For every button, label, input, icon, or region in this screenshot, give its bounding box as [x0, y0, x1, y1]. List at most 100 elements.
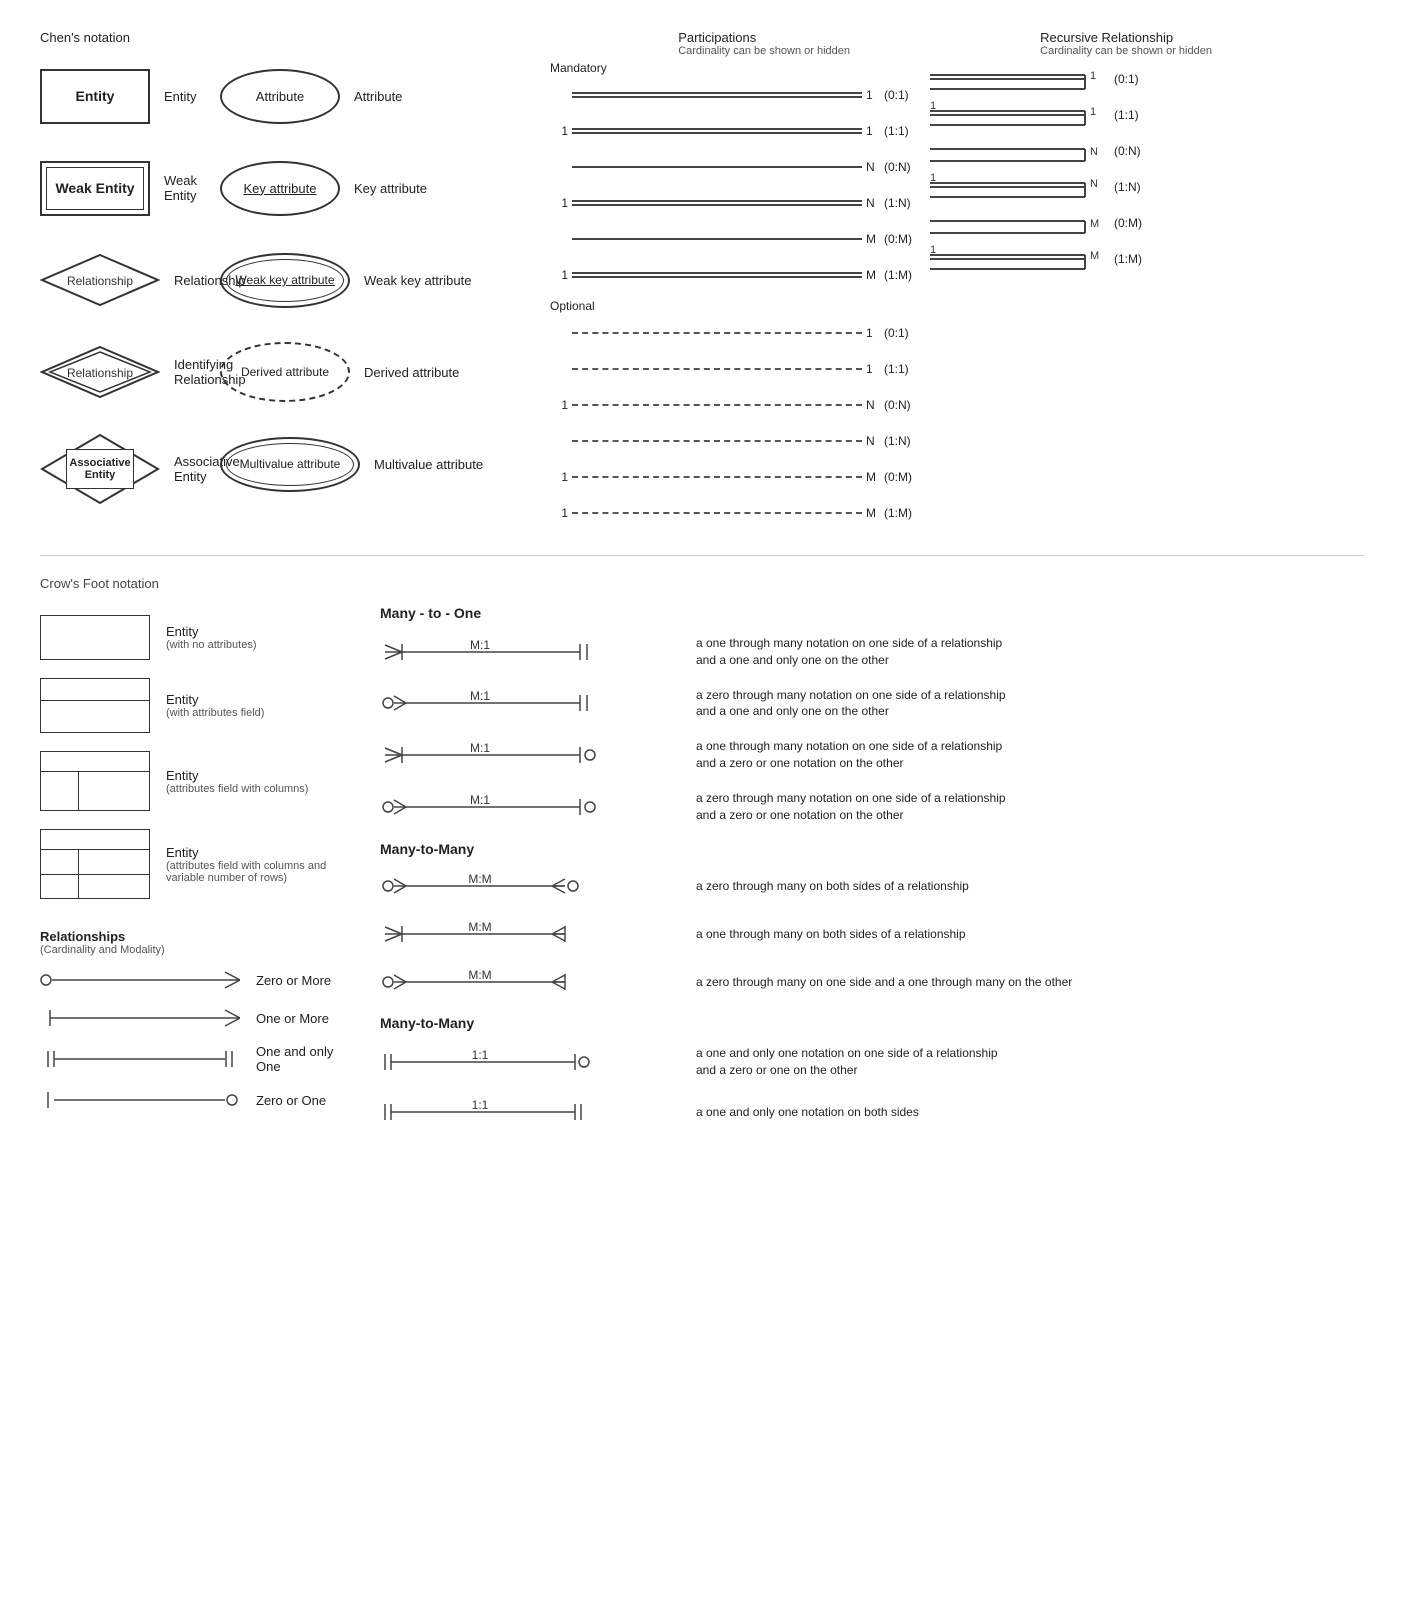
participation-row-0M-optional: 1 M (0:M)	[550, 463, 930, 491]
relationship-row: Relationship Relationship	[40, 245, 220, 315]
cf-zero-one-label: Zero or One	[256, 1093, 326, 1108]
mto-diagram-4: M:1	[380, 792, 680, 822]
many-to-one-section: Many - to - One	[380, 605, 1364, 823]
mtm-diagram-1: M:M	[380, 871, 680, 901]
recursive-title: Recursive Relationship	[1040, 30, 1364, 45]
oto-desc-1: a one and only one notation on one side …	[696, 1045, 998, 1079]
recursive-row-0M: M (0:M)	[930, 209, 1270, 237]
key-attribute-row: Key attribute Key attribute	[220, 153, 550, 223]
mto-desc-1: a one through many notation on one side …	[696, 635, 1002, 669]
svg-text:1: 1	[1090, 70, 1096, 82]
cf-zero-more-row: Zero or More	[40, 968, 360, 992]
oto-desc-2: a one and only one notation on both side…	[696, 1104, 919, 1121]
svg-text:1: 1	[930, 245, 936, 256]
svg-text:M:M: M:M	[468, 872, 491, 886]
svg-text:M:1: M:1	[470, 689, 490, 703]
svg-text:Relationship: Relationship	[67, 366, 133, 380]
participation-row-1N-optional: N (1:N)	[550, 427, 930, 455]
cf-zero-one-shape	[40, 1088, 240, 1112]
relationship-shape: Relationship	[40, 253, 160, 308]
cf-entity-simple	[40, 615, 150, 660]
participations-subtitle: Cardinality can be shown or hidden	[678, 45, 1040, 57]
entity-shape: Entity	[40, 69, 150, 124]
chen-attributes-column: Attribute Attribute Key attribute Key at…	[220, 61, 550, 535]
mto-row-2: M:1 a zero through many notation on one …	[380, 687, 1364, 721]
cf-entity-varrows-row: Entity (attributes field with columns an…	[40, 829, 360, 899]
oto-row-1: 1:1 a one and only one notation on one s…	[380, 1045, 1364, 1079]
oto-diagram-2: 1:1	[380, 1097, 680, 1127]
cf-entity-attrs	[40, 678, 150, 733]
svg-text:1: 1	[930, 101, 936, 112]
cf-relationships-title: Relationships	[40, 929, 360, 944]
participation-row-0N-mandatory: N (0:N)	[550, 153, 930, 181]
svg-text:M:1: M:1	[470, 741, 490, 755]
key-attribute-label: Key attribute	[354, 181, 427, 196]
participation-row-0M-mandatory: M (0:M)	[550, 225, 930, 253]
cf-entity-varrows-desc: Entity (attributes field with columns an…	[166, 845, 360, 884]
chen-shapes-column: Entity Entity Weak Entity Weak Entity Re…	[40, 61, 220, 535]
multivalue-attribute-row: Multivalue attribute Multivalue attribut…	[220, 429, 550, 499]
one-to-one-title: Many-to-Many	[380, 1015, 1364, 1031]
entity-row: Entity Entity	[40, 61, 220, 131]
mtm-row-2: M:M a one through many on both sides of …	[380, 919, 1364, 949]
svg-text:Relationship: Relationship	[67, 274, 133, 288]
participation-row-1N-mandatory: 1 N (1:N)	[550, 189, 930, 217]
cf-one-more-shape	[40, 1006, 240, 1030]
oto-diagram-1: 1:1	[380, 1047, 680, 1077]
mto-diagram-2: M:1	[380, 688, 680, 718]
recursive-row-1N: 1 N (1:N)	[930, 173, 1270, 201]
svg-text:M:1: M:1	[470, 793, 490, 807]
cf-zero-one-row: Zero or One	[40, 1088, 360, 1112]
attribute-row: Attribute Attribute	[220, 61, 550, 131]
mto-desc-3: a one through many notation on one side …	[696, 738, 1002, 772]
mtm-diagram-3: M:M	[380, 967, 680, 997]
cf-entity-attrs-desc: Entity (with attributes field)	[166, 692, 264, 719]
participations-title: Participations	[678, 30, 1040, 45]
cf-entity-simple-row: Entity (with no attributes)	[40, 615, 360, 660]
cf-zero-more-label: Zero or More	[256, 973, 331, 988]
optional-header: Optional	[550, 299, 930, 313]
recursive-header: Recursive Relationship Cardinality can b…	[1040, 30, 1364, 57]
mto-row-1: M:1 a one through many notation on one s…	[380, 635, 1364, 669]
crows-foot-section: Crow's Foot notation Entity (with no att…	[40, 576, 1364, 1145]
entity-label: Entity	[164, 89, 197, 104]
cf-entity-cols-row: Entity (attributes field with columns)	[40, 751, 360, 811]
svg-text:1:1: 1:1	[472, 1048, 489, 1062]
attribute-label: Attribute	[354, 89, 402, 104]
crows-entity-list: Entity (with no attributes) Entity (with…	[40, 615, 360, 899]
svg-text:M:M: M:M	[468, 968, 491, 982]
svg-text:M:M: M:M	[468, 920, 491, 934]
participation-row-11-mandatory: 1 1 (1:1)	[550, 117, 930, 145]
crows-left-column: Entity (with no attributes) Entity (with…	[40, 605, 360, 1145]
participation-row-0N-optional: 1 N (0:N)	[550, 391, 930, 419]
participation-row-11-optional: 1 (1:1)	[550, 355, 930, 383]
cf-relationships-subtitle: (Cardinality and Modality)	[40, 944, 360, 956]
svg-text:N: N	[1090, 178, 1098, 190]
weak-entity-shape: Weak Entity	[40, 161, 150, 216]
mtm-desc-2: a one through many on both sides of a re…	[696, 926, 966, 943]
participation-row-1M-mandatory: 1 M (1:M)	[550, 261, 930, 289]
svg-text:M:1: M:1	[470, 638, 490, 652]
cf-entity-simple-desc: Entity (with no attributes)	[166, 624, 256, 651]
recursive-column: 1 (0:1) 1 1 (1:1)	[930, 61, 1270, 535]
cf-relationships-legend: Relationships (Cardinality and Modality)	[40, 929, 360, 1112]
chens-title: Chen's notation	[40, 30, 130, 45]
derived-attribute-row: Derived attribute Derived attribute	[220, 337, 550, 407]
cf-one-only-row: One and only One	[40, 1044, 360, 1074]
crows-right-column: Many - to - One	[380, 605, 1364, 1145]
mto-row-4: M:1 a zero through many notation on one …	[380, 790, 1364, 824]
svg-text:M: M	[1090, 250, 1099, 262]
many-to-many-title: Many-to-Many	[380, 841, 1364, 857]
cf-one-more-row: One or More	[40, 1006, 360, 1030]
recursive-row-1M: 1 M (1:M)	[930, 245, 1270, 273]
mto-diagram-3: M:1	[380, 740, 680, 770]
mtm-diagram-2: M:M	[380, 919, 680, 949]
identifying-relationship-row: Relationship Identifying Relationship	[40, 337, 220, 407]
mandatory-header: Mandatory	[550, 61, 930, 75]
associative-entity-shape: AssociativeEntity	[40, 433, 160, 505]
attribute-shape: Attribute	[220, 69, 340, 124]
multivalue-attribute-label: Multivalue attribute	[374, 457, 483, 472]
crows-foot-title: Crow's Foot notation	[40, 576, 1364, 591]
derived-attribute-label: Derived attribute	[364, 365, 459, 380]
many-to-one-title: Many - to - One	[380, 605, 1364, 621]
